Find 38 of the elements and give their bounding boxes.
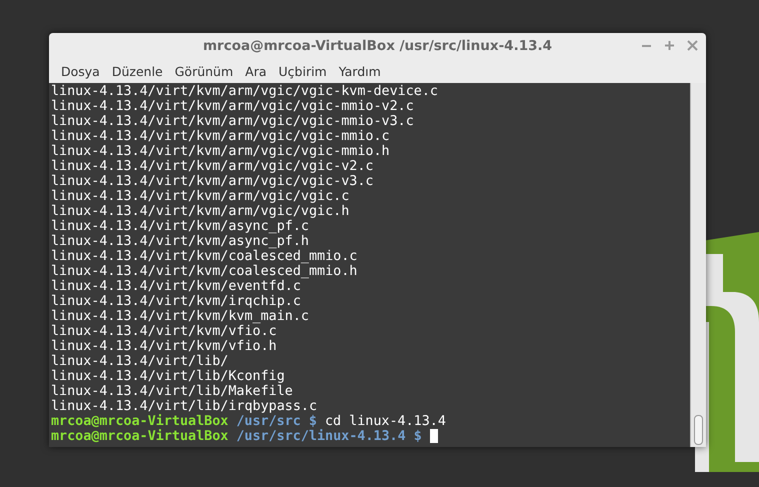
window-title: mrcoa@mrcoa-VirtualBox /usr/src/linux-4.13.4 [202, 38, 552, 54]
prompt-path: /usr/src/linux-4.13.4 $ [236, 429, 422, 444]
output-line: linux-4.13.4/virt/kvm/arm/vgic/vgic.h [51, 204, 350, 219]
output-line: linux-4.13.4/virt/kvm/irqchip.c [51, 294, 301, 309]
output-line: linux-4.13.4/virt/kvm/kvm_main.c [51, 309, 309, 324]
output-line: linux-4.13.4/virt/lib/Makefile [51, 384, 293, 399]
output-line: linux-4.13.4/virt/kvm/vfio.c [51, 324, 277, 339]
output-line: linux-4.13.4/virt/kvm/async_pf.h [51, 234, 309, 249]
output-line: linux-4.13.4/virt/kvm/arm/vgic/vgic-kvm-device.c [51, 84, 438, 99]
menu-item[interactable]: Uçbirim [272, 64, 333, 78]
output-line: linux-4.13.4/virt/lib/ [51, 354, 228, 369]
output-line: linux-4.13.4/virt/kvm/arm/vgic/vgic-mmio.c [51, 129, 390, 144]
output-line: linux-4.13.4/virt/kvm/async_pf.c [51, 219, 309, 234]
menu-item[interactable]: Yardım [332, 64, 387, 78]
prompt-path: /usr/src $ [236, 414, 317, 429]
maximize-icon[interactable] [664, 40, 675, 51]
menu-item[interactable]: Dosya [55, 64, 106, 78]
output-line: linux-4.13.4/virt/lib/Kconfig [51, 369, 285, 384]
menu-item[interactable]: Görünüm [168, 64, 240, 78]
menu-item[interactable]: Ara [239, 64, 273, 78]
output-line: linux-4.13.4/virt/kvm/arm/vgic/vgic-mmio-v3.c [51, 114, 414, 129]
menu-item[interactable]: Düzenle [106, 64, 169, 78]
output-line: linux-4.13.4/virt/lib/irqbypass.c [51, 399, 318, 414]
scrollbar[interactable] [690, 83, 706, 447]
output-line: linux-4.13.4/virt/kvm/eventfd.c [51, 279, 301, 294]
command-text: cd linux-4.13.4 [325, 414, 446, 429]
close-icon[interactable] [687, 40, 698, 51]
output-line: linux-4.13.4/virt/kvm/coalesced_mmio.h [51, 264, 358, 279]
output-line: linux-4.13.4/virt/kvm/arm/vgic/vgic.c [51, 189, 350, 204]
output-line: linux-4.13.4/virt/kvm/arm/vgic/vgic-mmio-v2.c [51, 99, 414, 114]
output-line: linux-4.13.4/virt/kvm/arm/vgic/vgic-mmio.h [51, 144, 390, 159]
output-line: linux-4.13.4/virt/kvm/arm/vgic/vgic-v2.c [51, 159, 374, 174]
scrollbar-thumb[interactable] [694, 415, 703, 445]
prompt-user: mrcoa@mrcoa-VirtualBox [51, 414, 228, 429]
output-line: linux-4.13.4/virt/kvm/arm/vgic/vgic-v3.c [51, 174, 374, 189]
prompt-user: mrcoa@mrcoa-VirtualBox [51, 429, 228, 444]
output-line: linux-4.13.4/virt/kvm/coalesced_mmio.c [51, 249, 358, 264]
output-line: linux-4.13.4/virt/kvm/vfio.h [51, 339, 277, 354]
